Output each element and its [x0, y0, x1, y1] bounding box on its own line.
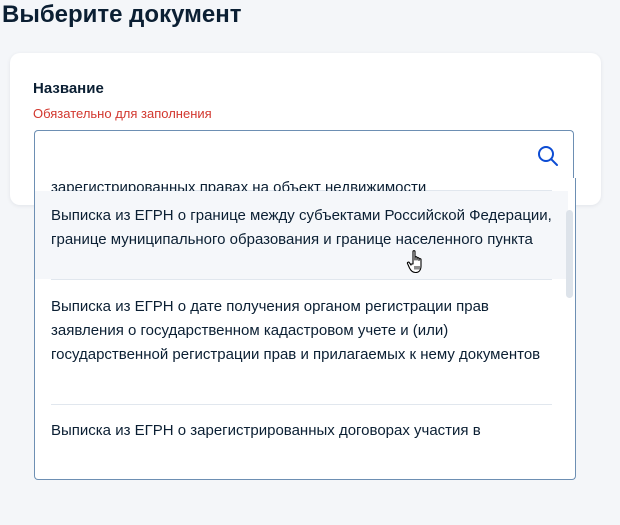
option-item[interactable]: зарегистрированных правах на объект недв…	[35, 178, 568, 196]
search-icon[interactable]	[537, 145, 559, 167]
scrollbar-thumb[interactable]	[566, 210, 573, 298]
option-item[interactable]: Выписка из ЕГРН о зарегистрированных дог…	[35, 405, 568, 465]
page-title: Выберите документ	[2, 1, 242, 28]
search-input[interactable]	[45, 139, 529, 171]
option-item[interactable]: Выписка из ЕГРН о дате получения органом…	[35, 280, 568, 404]
search-field[interactable]	[34, 130, 574, 178]
option-label: Выписка из ЕГРН о зарегистрированных дог…	[51, 422, 481, 439]
option-label: Выписка из ЕГРН о границе между субъекта…	[51, 207, 552, 248]
hand-pointer-icon	[406, 250, 422, 274]
scrollbar[interactable]	[566, 178, 573, 479]
field-error-message: Обязательно для заполнения	[33, 106, 212, 121]
options-list[interactable]: зарегистрированных правах на объект недв…	[35, 178, 568, 479]
option-item-hovered[interactable]: Выписка из ЕГРН о границе между субъекта…	[35, 191, 568, 279]
field-label: Название	[33, 80, 104, 97]
options-dropdown: зарегистрированных правах на объект недв…	[34, 178, 576, 480]
option-label: Выписка из ЕГРН о дате получения органом…	[51, 298, 541, 363]
